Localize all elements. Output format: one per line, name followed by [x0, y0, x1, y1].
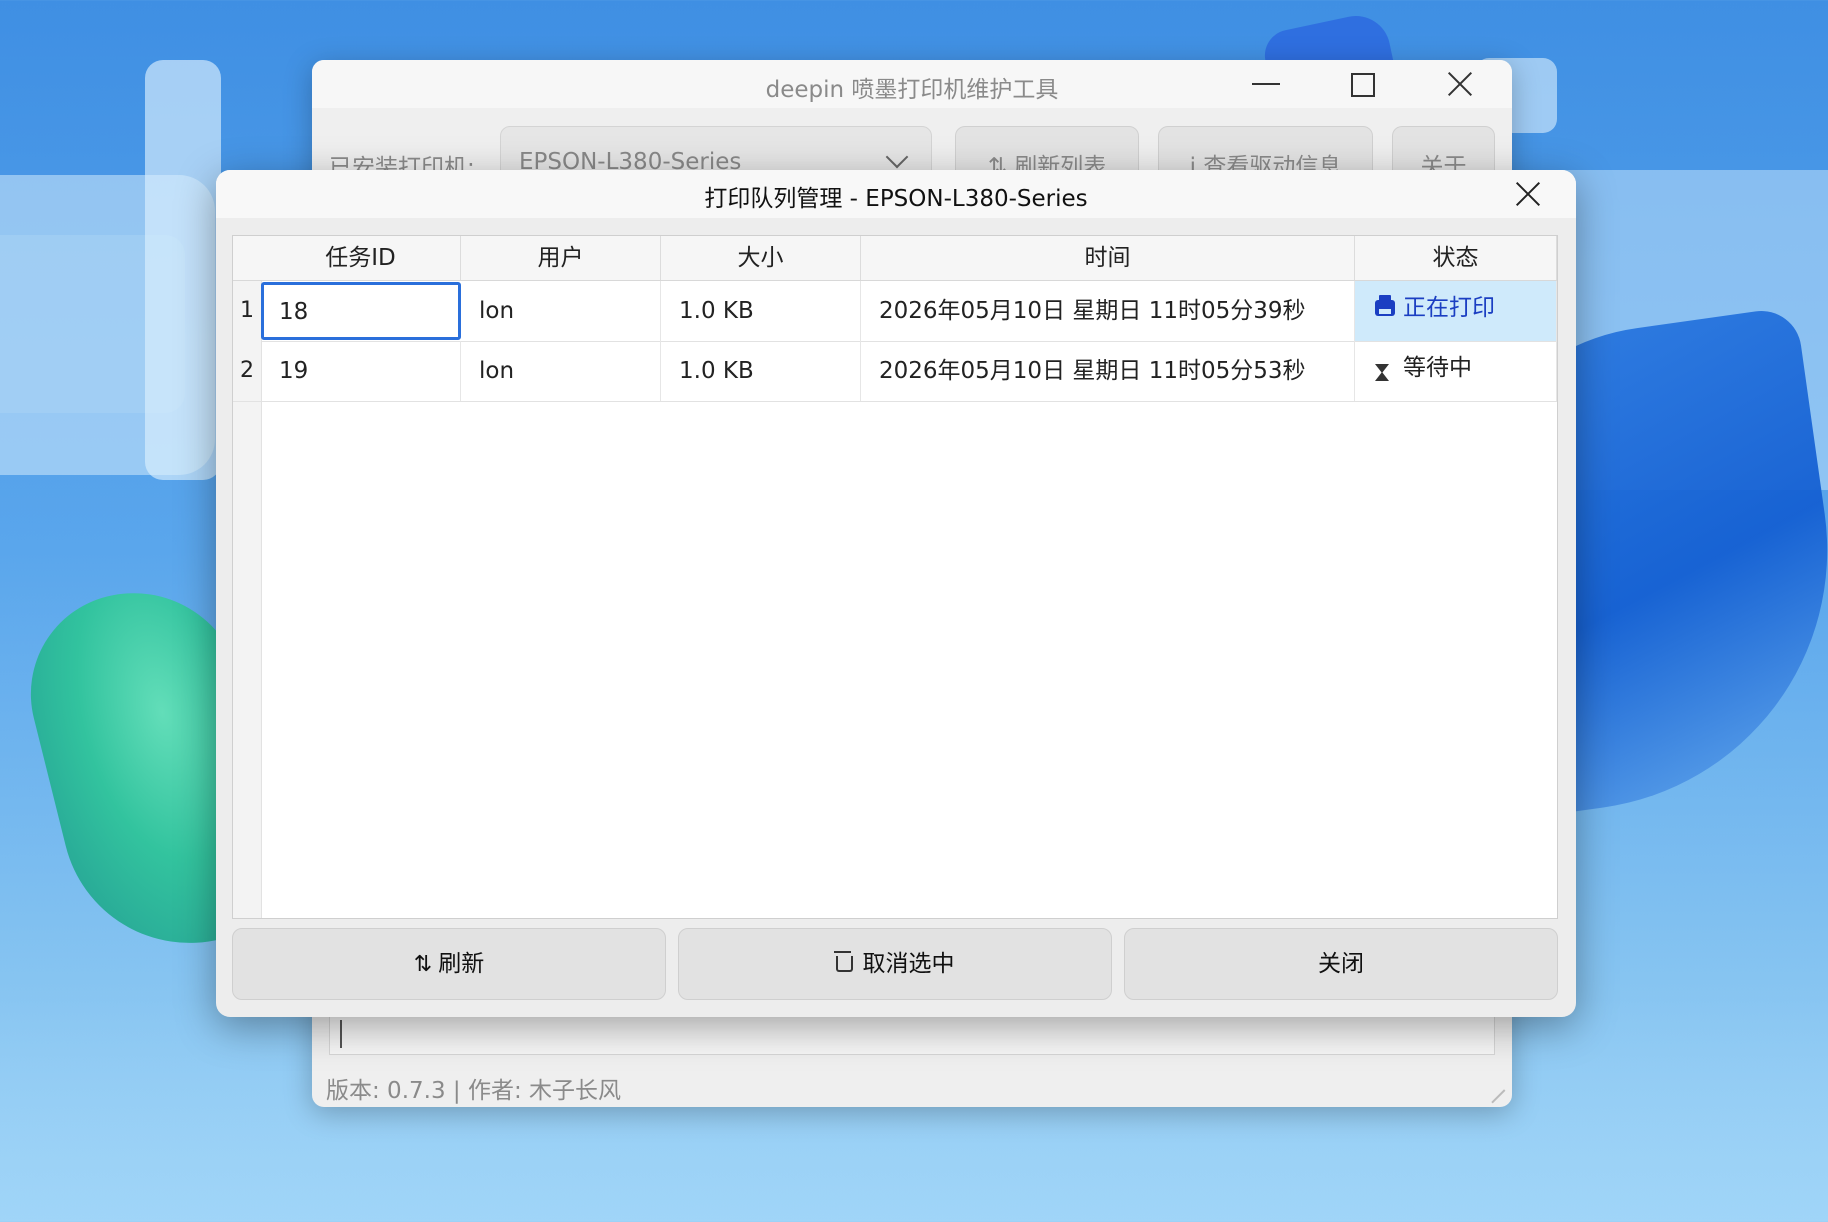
table-row[interactable]: 1 18 lon 1.0 KB 2026年05月10日 星期日 11时05分39… [233, 281, 1557, 342]
cell-size[interactable]: 1.0 KB [661, 281, 861, 341]
cell-time[interactable]: 2026年05月10日 星期日 11时05分53秒 [861, 341, 1355, 401]
main-titlebar: deepin 喷墨打印机维护工具 [312, 60, 1512, 108]
sort-arrows-icon: ⇅ [413, 952, 433, 977]
dialog-titlebar: 打印队列管理 - EPSON-L380-Series [216, 170, 1576, 218]
close-button[interactable]: 关闭 [1124, 928, 1558, 1000]
dialog-title: 打印队列管理 - EPSON-L380-Series [704, 186, 1088, 212]
cell-user[interactable]: lon [461, 341, 661, 401]
maximize-button[interactable] [1342, 64, 1382, 104]
cell-job-id[interactable]: 19 [261, 341, 461, 401]
print-queue-dialog: 打印队列管理 - EPSON-L380-Series 任务ID 用户 大小 时间… [216, 170, 1576, 1017]
printer-icon [1375, 295, 1395, 316]
row-number: 2 [233, 341, 261, 401]
wallpaper-shape [145, 60, 221, 480]
log-output[interactable] [329, 1015, 1495, 1055]
table-header: 任务ID 用户 大小 时间 状态 [233, 236, 1557, 281]
cell-status[interactable]: 等待中 [1355, 341, 1557, 401]
cell-status[interactable]: 正在打印 [1355, 281, 1557, 341]
hourglass-icon [1375, 364, 1389, 381]
cell-job-id[interactable]: 18 [261, 282, 461, 340]
column-header-user[interactable]: 用户 [461, 236, 661, 280]
refresh-button-label: 刷新 [438, 951, 485, 977]
status-text: 等待中 [1403, 355, 1472, 381]
main-window-title: deepin 喷墨打印机维护工具 [765, 77, 1059, 103]
main-close-button[interactable] [1440, 64, 1480, 104]
status-bar: 版本: 0.7.3 | 作者: 木子长风 [326, 1078, 622, 1104]
table-row[interactable]: 2 19 lon 1.0 KB 2026年05月10日 星期日 11时05分53… [233, 341, 1557, 402]
column-header-size[interactable]: 大小 [661, 236, 861, 280]
column-header-status[interactable]: 状态 [1355, 236, 1557, 280]
chevron-down-icon [885, 145, 909, 169]
cancel-selected-label: 取消选中 [862, 951, 955, 977]
cell-time[interactable]: 2026年05月10日 星期日 11时05分39秒 [861, 281, 1355, 341]
resize-grip[interactable] [1478, 1076, 1506, 1104]
dialog-close-button[interactable] [1510, 176, 1546, 212]
queue-table[interactable]: 任务ID 用户 大小 时间 状态 1 18 lon 1.0 KB 2026年05… [232, 235, 1558, 919]
trash-icon [833, 951, 853, 972]
cell-size[interactable]: 1.0 KB [661, 341, 861, 401]
minimize-button[interactable] [1244, 64, 1284, 104]
cancel-selected-button[interactable]: 取消选中 [678, 928, 1112, 1000]
cell-user[interactable]: lon [461, 281, 661, 341]
close-button-label: 关闭 [1318, 951, 1364, 977]
column-header-time[interactable]: 时间 [861, 236, 1355, 280]
row-number: 1 [233, 281, 261, 341]
refresh-button[interactable]: ⇅ 刷新 [232, 928, 666, 1000]
column-header-id[interactable]: 任务ID [261, 236, 461, 280]
status-text: 正在打印 [1403, 295, 1495, 321]
